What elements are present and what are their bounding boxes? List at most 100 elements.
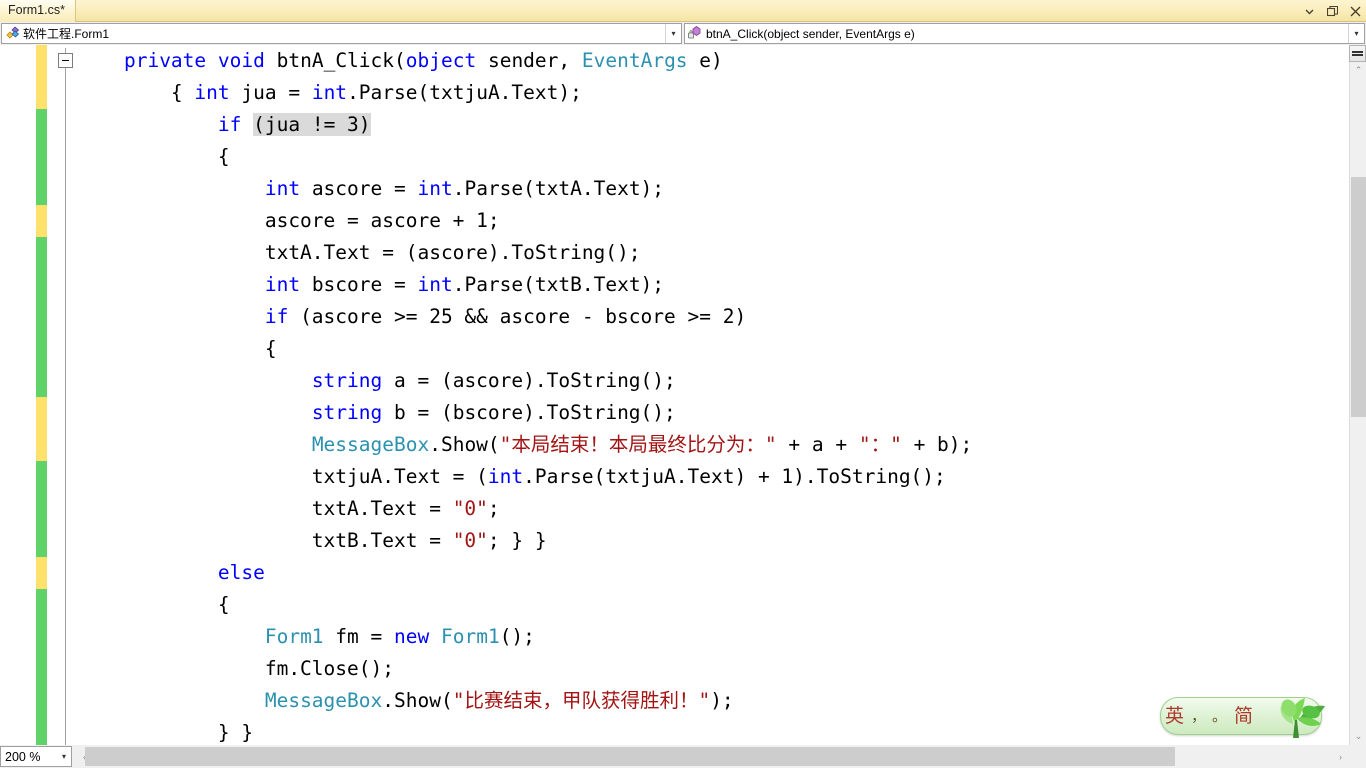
chevron-down-icon[interactable]: ▾	[57, 752, 71, 761]
code-token: bscore =	[300, 273, 418, 296]
restore-window-icon[interactable]	[1325, 4, 1339, 18]
change-band	[36, 45, 47, 109]
code-token: if	[264, 305, 289, 328]
change-band	[36, 397, 47, 461]
code-token: int	[487, 465, 524, 488]
code-line[interactable]: {	[77, 589, 1366, 621]
code-token: ascore =	[300, 177, 418, 200]
code-token: int	[264, 273, 301, 296]
class-dropdown[interactable]: 软件工程.Form1 ▾	[1, 23, 682, 44]
code-line[interactable]: string a = (ascore).ToString();	[77, 365, 1366, 397]
code-token: fm =	[323, 625, 394, 648]
code-token: a = (ascore).ToString();	[382, 369, 676, 392]
change-band	[36, 461, 47, 557]
code-line[interactable]: if (jua != 3)	[77, 109, 1366, 141]
navigation-bar: 软件工程.Form1 ▾ btnA_Click(object sender, E…	[0, 22, 1366, 45]
code-line[interactable]: { int jua = int.Parse(txtjuA.Text);	[77, 77, 1366, 109]
code-token: string	[311, 401, 383, 424]
code-token: int	[311, 81, 348, 104]
ime-punctuation-button[interactable]: ，	[1188, 699, 1209, 733]
code-line[interactable]: ascore = ascore + 1;	[77, 205, 1366, 237]
ime-charset-button[interactable]: 简	[1230, 699, 1257, 733]
zoom-level-dropdown[interactable]: 200 % ▾	[0, 746, 72, 767]
scroll-up-arrow-icon[interactable]: ⌃	[1350, 62, 1366, 79]
code-line[interactable]: txtA.Text = "0";	[77, 493, 1366, 525]
code-token: .Parse(txtB.Text);	[452, 273, 665, 296]
class-icon	[4, 25, 21, 42]
change-band	[36, 557, 47, 589]
code-line[interactable]: {	[77, 141, 1366, 173]
chevron-down-icon[interactable]	[1302, 4, 1316, 18]
code-line[interactable]: else	[77, 557, 1366, 589]
ime-floating-toolbar[interactable]: 英 ， 。 简	[1160, 697, 1325, 738]
code-line[interactable]: Form1 fm = new Form1();	[77, 621, 1366, 653]
code-token: (jua != 3)	[253, 113, 371, 136]
close-window-icon[interactable]	[1348, 4, 1362, 18]
vertical-scrollbar-thumb[interactable]	[1351, 177, 1366, 417]
code-token: txtA.Text =	[77, 497, 453, 520]
document-tab-form1-cs[interactable]: Form1.cs*	[0, 0, 76, 22]
code-token: sender,	[476, 49, 582, 72]
code-token: EventArgs	[581, 49, 688, 72]
horizontal-scrollbar-thumb[interactable]	[85, 747, 1175, 766]
code-token: .Parse(txtA.Text);	[452, 177, 665, 200]
code-token: e)	[687, 49, 723, 72]
outlining-guide-line	[65, 48, 66, 745]
code-line[interactable]: if (ascore >= 25 && ascore - bscore >= 2…	[77, 301, 1366, 333]
code-token: .Parse(txtjuA.Text) + 1).ToString();	[523, 465, 946, 488]
code-line[interactable]: int bscore = int.Parse(txtB.Text);	[77, 269, 1366, 301]
code-token: } }	[77, 721, 254, 744]
code-token: {	[77, 337, 277, 360]
code-token: if	[217, 113, 242, 136]
code-line[interactable]: private void btnA_Click(object sender, E…	[77, 45, 1366, 77]
code-line[interactable]: txtA.Text = (ascore).ToString();	[77, 237, 1366, 269]
ime-shape-button[interactable]: 。	[1209, 699, 1230, 733]
document-tab-strip: Form1.cs*	[0, 0, 1366, 22]
scroll-right-arrow-icon[interactable]: ›	[1332, 746, 1349, 767]
chevron-down-icon[interactable]: ▾	[1348, 24, 1364, 43]
code-token: "："	[858, 433, 902, 456]
scroll-down-arrow-icon[interactable]: ⌄	[1350, 728, 1366, 745]
ime-language-button[interactable]: 英	[1161, 699, 1188, 733]
code-token: .Show(	[429, 433, 500, 456]
vertical-scrollbar[interactable]: ⌃ ⌄	[1349, 45, 1366, 745]
code-token: + b);	[901, 433, 973, 456]
tab-strip-window-controls	[1302, 2, 1362, 20]
code-token: "本局结束！本局最终比分为："	[499, 433, 777, 456]
code-token: int	[417, 273, 453, 296]
code-token: "0"	[452, 497, 488, 520]
code-line[interactable]: string b = (bscore).ToString();	[77, 397, 1366, 429]
class-dropdown-value: 软件工程.Form1	[23, 27, 110, 41]
collapse-region-toggle[interactable]	[58, 53, 73, 68]
leaf-logo-icon[interactable]	[1259, 688, 1329, 740]
code-token: ;	[487, 497, 500, 520]
code-text[interactable]: private void btnA_Click(object sender, E…	[77, 45, 1366, 745]
chevron-down-icon[interactable]: ▾	[665, 24, 681, 43]
editor-split-handle[interactable]	[1349, 45, 1366, 62]
change-band	[36, 205, 47, 237]
code-line[interactable]: {	[77, 333, 1366, 365]
code-token: txtjuA.Text = (	[77, 465, 488, 488]
method-private-icon	[687, 25, 704, 42]
horizontal-scrollbar[interactable]: ‹ ›	[76, 746, 1349, 767]
code-line[interactable]: fm.Close();	[77, 653, 1366, 685]
member-dropdown[interactable]: btnA_Click(object sender, EventArgs e) ▾	[684, 23, 1365, 44]
split-handle-icon	[1352, 50, 1363, 57]
code-token: (ascore >= 25 && ascore - bscore >= 2)	[288, 305, 747, 328]
change-tracking-margin	[36, 45, 47, 745]
code-line[interactable]: MessageBox.Show("本局结束！本局最终比分为：" + a + "：…	[77, 429, 1366, 461]
code-line[interactable]: int ascore = int.Parse(txtA.Text);	[77, 173, 1366, 205]
code-editor-surface[interactable]: private void btnA_Click(object sender, E…	[0, 45, 1366, 745]
code-line[interactable]: txtjuA.Text = (int.Parse(txtjuA.Text) + …	[77, 461, 1366, 493]
code-token: txtB.Text =	[77, 529, 453, 552]
code-line[interactable]: txtB.Text = "0"; } }	[77, 525, 1366, 557]
code-token: "0"	[452, 529, 488, 552]
vs-editor-window: Form1.cs* 软件工程.Form1 ▾ btnA_Click(object…	[0, 0, 1366, 768]
code-token: int	[194, 81, 230, 104]
code-token: MessageBox	[311, 433, 430, 456]
